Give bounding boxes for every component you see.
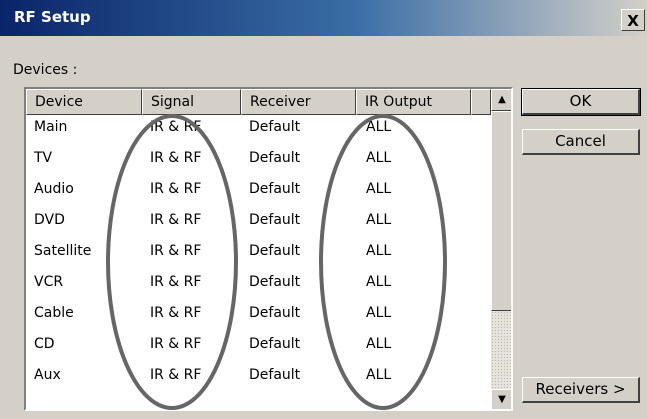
column-header-ir-output[interactable]: IR Output	[356, 89, 471, 115]
cell-receiver: Default	[249, 243, 301, 259]
table-row[interactable]: Satellite IR & RF Default ALL	[26, 239, 491, 270]
table-row[interactable]: Main IR & RF Default ALL	[26, 115, 491, 146]
table-row[interactable]: CD IR & RF Default ALL	[26, 332, 491, 363]
cell-device: Cable	[34, 305, 74, 321]
cell-ir-output: ALL	[366, 181, 392, 197]
column-header-signal[interactable]: Signal	[142, 89, 241, 115]
table-row[interactable]: Cable IR & RF Default ALL	[26, 301, 491, 332]
vertical-scrollbar[interactable]: ▲ ▼	[491, 89, 511, 409]
cell-signal: IR & RF	[150, 181, 202, 197]
table-row[interactable]: Audio IR & RF Default ALL	[26, 177, 491, 208]
cell-ir-output: ALL	[366, 119, 392, 135]
cell-receiver: Default	[249, 212, 301, 228]
cell-receiver: Default	[249, 274, 301, 290]
cell-receiver: Default	[249, 305, 301, 321]
title-bar: RF Setup X	[0, 0, 647, 36]
window-title: RF Setup	[14, 8, 91, 26]
cell-ir-output: ALL	[366, 243, 392, 259]
ok-button[interactable]: OK	[521, 88, 641, 116]
cell-device: CD	[34, 336, 55, 352]
cell-device: DVD	[34, 212, 65, 228]
cell-receiver: Default	[249, 181, 301, 197]
table-row[interactable]: Aux IR & RF Default ALL	[26, 363, 491, 394]
cell-receiver: Default	[249, 119, 301, 135]
cell-signal: IR & RF	[150, 243, 202, 259]
cell-receiver: Default	[249, 150, 301, 166]
cell-signal: IR & RF	[150, 212, 202, 228]
devices-list[interactable]: Device Signal Receiver IR Output Main IR …	[24, 87, 513, 411]
cell-device: TV	[34, 150, 53, 166]
devices-label: Devices :	[13, 62, 78, 78]
cell-ir-output: ALL	[366, 367, 392, 383]
column-header-filler	[471, 89, 491, 115]
cell-ir-output: ALL	[366, 305, 392, 321]
cell-device: VCR	[34, 274, 64, 290]
cell-device: Main	[34, 119, 68, 135]
scroll-thumb[interactable]	[491, 111, 511, 311]
cell-receiver: Default	[249, 367, 301, 383]
cell-device: Audio	[34, 181, 74, 197]
table-row[interactable]: VCR IR & RF Default ALL	[26, 270, 491, 301]
cell-device: Satellite	[34, 243, 92, 259]
scroll-track[interactable]	[491, 311, 511, 389]
receivers-button[interactable]: Receivers >	[522, 377, 640, 403]
scroll-up-arrow-icon: ▲	[498, 94, 506, 105]
table-row[interactable]: DVD IR & RF Default ALL	[26, 208, 491, 239]
cell-signal: IR & RF	[150, 119, 202, 135]
column-header-device[interactable]: Device	[26, 89, 142, 115]
cell-signal: IR & RF	[150, 367, 202, 383]
cancel-button[interactable]: Cancel	[522, 129, 640, 155]
cell-ir-output: ALL	[366, 150, 392, 166]
cell-receiver: Default	[249, 336, 301, 352]
column-header-receiver[interactable]: Receiver	[241, 89, 356, 115]
scroll-down-arrow-icon: ▼	[498, 394, 506, 405]
cell-ir-output: ALL	[366, 274, 392, 290]
cell-signal: IR & RF	[150, 305, 202, 321]
scroll-up-button[interactable]: ▲	[491, 89, 511, 111]
scroll-down-button[interactable]: ▼	[491, 389, 511, 409]
cell-signal: IR & RF	[150, 336, 202, 352]
close-button[interactable]: X	[621, 9, 645, 31]
close-icon: X	[627, 12, 639, 30]
cell-signal: IR & RF	[150, 274, 202, 290]
cell-device: Aux	[34, 367, 61, 383]
list-header: Device Signal Receiver IR Output	[26, 89, 491, 115]
cell-signal: IR & RF	[150, 150, 202, 166]
cell-ir-output: ALL	[366, 212, 392, 228]
cell-ir-output: ALL	[366, 336, 392, 352]
table-row[interactable]: TV IR & RF Default ALL	[26, 146, 491, 177]
rf-setup-dialog: RF Setup X Devices : Device Signal Recei…	[0, 0, 647, 419]
